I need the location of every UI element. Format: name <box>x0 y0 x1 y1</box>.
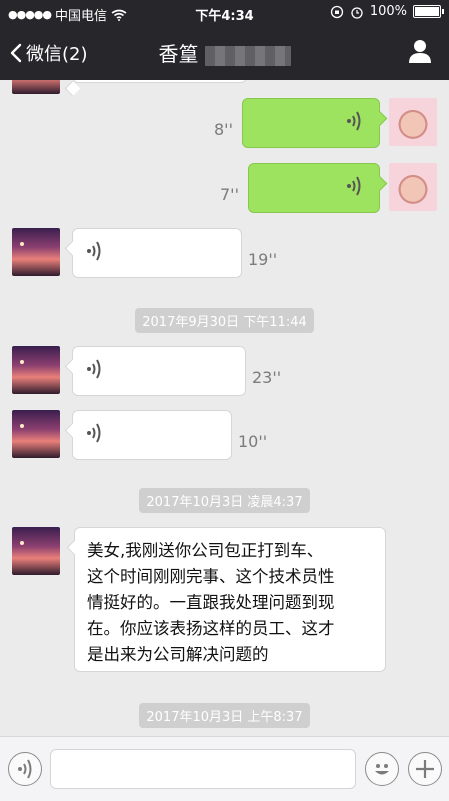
voice-duration: 8'' <box>214 120 233 139</box>
voice-wave-icon <box>87 423 101 443</box>
battery-icon <box>413 5 444 18</box>
voice-wave-icon <box>87 359 101 379</box>
voice-message-bubble[interactable] <box>72 410 232 460</box>
voice-duration: 7'' <box>220 185 239 204</box>
person-icon[interactable] <box>407 38 433 64</box>
navigation-bar: 微信(2) 香篁 <box>0 24 449 80</box>
timestamp: 2017年10月3日 凌晨4:37 <box>0 488 449 513</box>
rotation-lock-icon <box>330 5 343 18</box>
text-message-bubble[interactable]: 美女,我刚送你公司包正打到车、 这个时间刚刚完事、这个技术员性 情挺好的。一直跟… <box>74 527 386 672</box>
blurred-name <box>204 45 291 66</box>
contact-avatar[interactable] <box>12 80 60 94</box>
timestamp: 2017年9月30日 下午11:44 <box>0 308 449 333</box>
voice-message-bubble[interactable] <box>248 163 380 213</box>
voice-duration: 23'' <box>252 368 282 387</box>
voice-message-bubble[interactable] <box>242 98 380 148</box>
self-avatar[interactable] <box>389 98 437 146</box>
timestamp-label: 2017年9月30日 下午11:44 <box>135 308 314 333</box>
timestamp-label: 2017年10月3日 上午8:37 <box>139 703 310 728</box>
voice-duration: 19'' <box>248 250 278 269</box>
status-right: 100% <box>330 4 444 19</box>
more-button[interactable] <box>408 752 442 786</box>
self-avatar[interactable] <box>389 163 437 211</box>
voice-toggle-button[interactable] <box>8 752 42 786</box>
chat-area[interactable]: 8'' 7'' 19'' 2017年9月30日 下午11:44 23'' 10'… <box>0 80 449 736</box>
chat-title: 香篁 <box>0 38 449 67</box>
alarm-icon <box>351 6 363 19</box>
message-input[interactable] <box>50 749 356 789</box>
contact-avatar[interactable] <box>12 346 60 394</box>
voice-wave-icon <box>18 759 32 779</box>
status-bar: ●●●●● 中国电信 下午4:34 100% <box>0 0 449 24</box>
top-bar: ●●●●● 中国电信 下午4:34 100% 微信(2) 香篁 <box>0 0 449 80</box>
timestamp-label: 2017年10月3日 凌晨4:37 <box>139 488 310 513</box>
emoji-button[interactable] <box>365 752 399 786</box>
contact-avatar[interactable] <box>12 527 60 575</box>
input-toolbar <box>0 736 449 801</box>
timestamp: 2017年10月3日 上午8:37 <box>0 703 449 728</box>
voice-message-bubble[interactable] <box>72 228 242 278</box>
voice-duration: 10'' <box>238 432 268 451</box>
voice-wave-icon <box>347 111 361 131</box>
voice-wave-icon <box>347 176 361 196</box>
plus-icon <box>416 760 434 778</box>
emoji-icon <box>375 764 389 775</box>
contact-avatar[interactable] <box>12 410 60 458</box>
voice-wave-icon <box>87 241 101 261</box>
battery-label: 100% <box>369 4 407 19</box>
contact-name: 香篁 <box>158 42 199 66</box>
voice-message-bubble[interactable] <box>72 346 246 396</box>
message-text: 美女,我刚送你公司包正打到车、 这个时间刚刚完事、这个技术员性 情挺好的。一直跟… <box>87 541 335 664</box>
contact-avatar[interactable] <box>12 228 60 276</box>
message-bubble[interactable] <box>72 80 247 83</box>
